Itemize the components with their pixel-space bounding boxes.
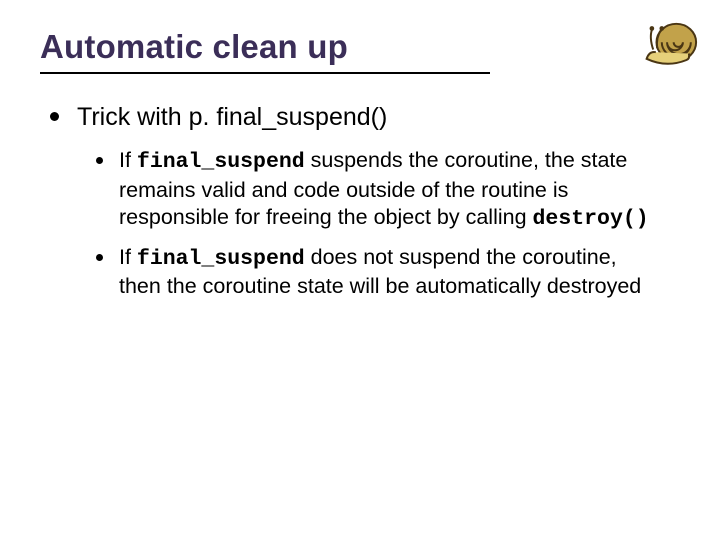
text-run: If [119,245,137,269]
bullet-text: If final_suspend suspends the coroutine,… [119,147,659,234]
slide: Automatic clean up Trick with p. final_s… [0,0,720,540]
bullet-level1: Trick with p. final_suspend() [50,102,680,133]
bullet-text: Trick with p. final_suspend() [77,102,387,133]
bullet-dot [50,112,59,121]
bullet-text: If final_suspend does not suspend the co… [119,244,659,303]
bullet-level2: If final_suspend suspends the coroutine,… [96,147,680,234]
bullet-level2: If final_suspend does not suspend the co… [96,244,680,303]
title-wrap: Automatic clean up [40,28,680,74]
code-run: destroy() [533,207,649,231]
bullet-dot [96,254,103,261]
text-run: If [119,148,137,172]
slide-content: Trick with p. final_suspend() If final_s… [40,102,680,303]
slide-title: Automatic clean up [40,28,680,66]
bullet-dot [96,157,103,164]
code-run: final_suspend [137,150,305,174]
code-run: final_suspend [137,247,305,271]
sublist: If final_suspend suspends the coroutine,… [96,147,680,303]
title-underline [40,72,490,74]
